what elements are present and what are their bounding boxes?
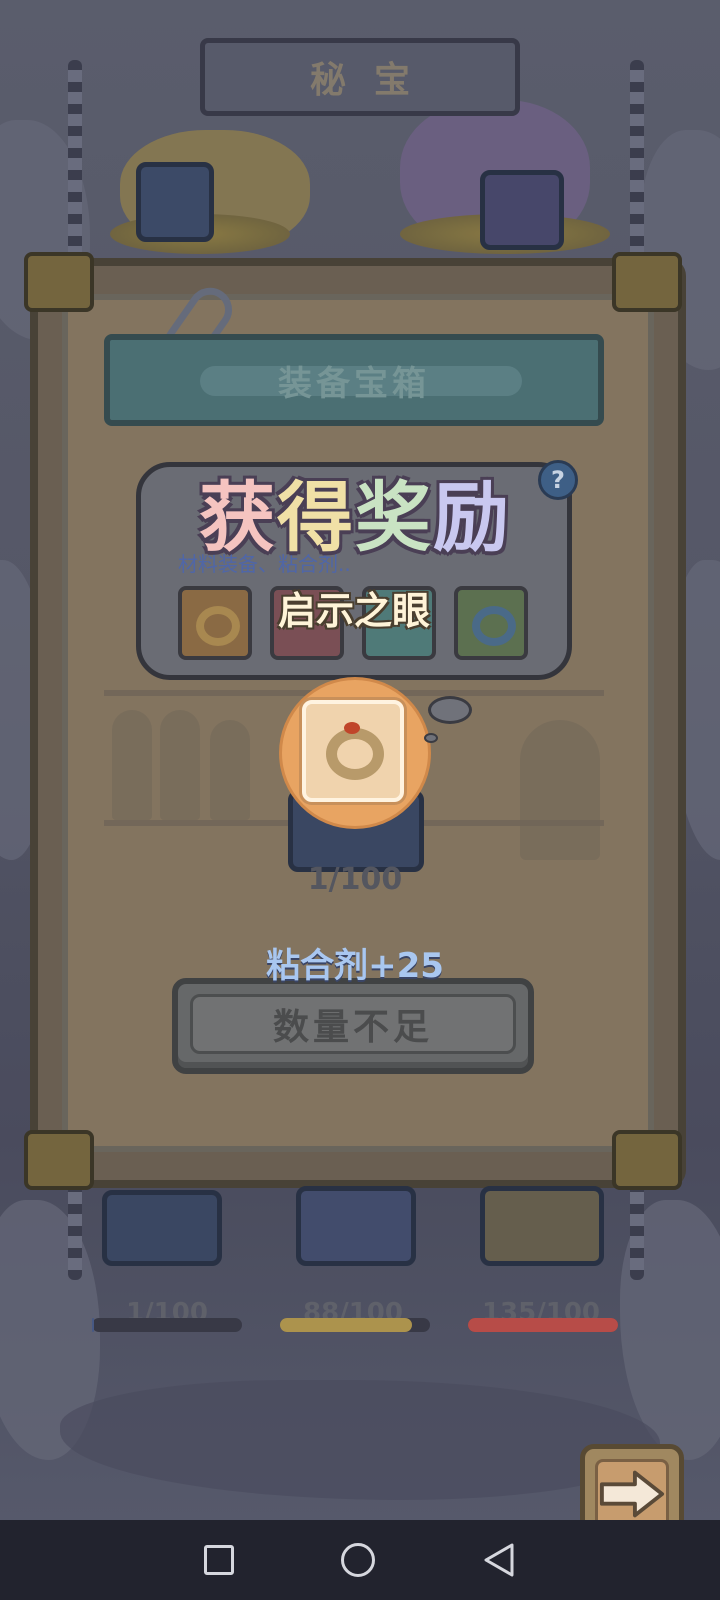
- recent-apps-icon[interactable]: [203, 1545, 234, 1575]
- ring-gem: [344, 722, 360, 734]
- home-icon[interactable]: [340, 1543, 375, 1577]
- back-icon[interactable]: [482, 1542, 516, 1578]
- shell-icon: [472, 606, 516, 646]
- system-nav-bar: [0, 1520, 720, 1600]
- reward-amount: 粘合剂+25: [266, 946, 444, 986]
- arrow-right-icon: [599, 1470, 665, 1518]
- reward-item-card[interactable]: [302, 700, 404, 802]
- thought-bubble: [428, 696, 472, 724]
- question-mark-icon[interactable]: ?: [538, 460, 578, 500]
- reward-title: 获得奖励: [199, 473, 511, 562]
- next-button-face: [595, 1459, 669, 1529]
- reward-item-name: 启示之眼: [277, 589, 430, 633]
- ring-icon: [326, 728, 384, 780]
- ring-icon: [196, 606, 240, 646]
- thought-bubble-dot: [424, 733, 438, 743]
